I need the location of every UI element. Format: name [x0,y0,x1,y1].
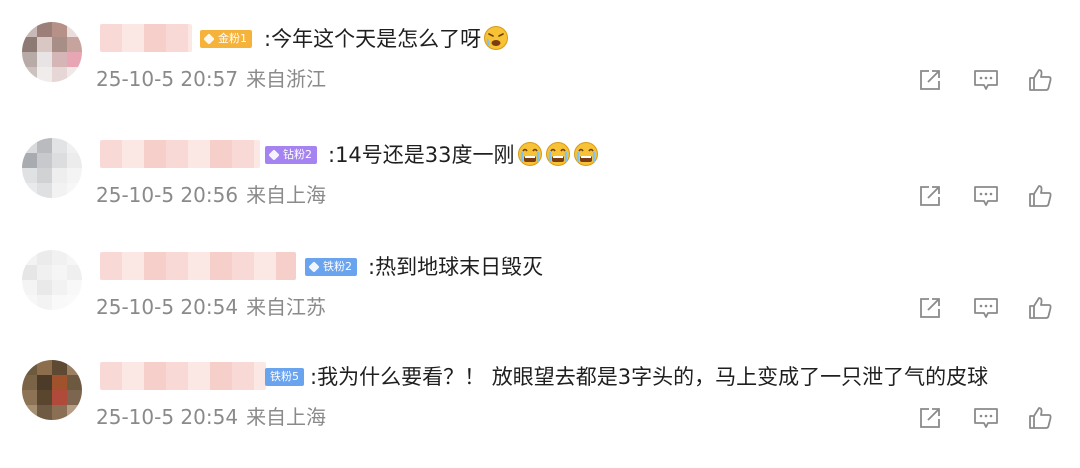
hot-face-emoji [545,142,570,166]
timestamp: 25-10-5 20:54 [96,405,239,429]
gem-icon [203,33,215,45]
like-button[interactable] [1026,404,1054,432]
comment-text: :热到地球末日毁灭 [368,255,544,279]
thumbs-up-icon [1029,185,1052,207]
location: 来自浙江 [246,67,327,91]
timestamp: 25-10-5 20:57 [96,67,239,91]
share-button[interactable] [916,404,944,432]
timestamp: 25-10-5 20:56 [96,183,239,207]
fan-badge[interactable]: 铁粉5 [265,368,304,386]
reply-button[interactable] [972,294,1000,322]
fan-badge[interactable]: 金粉1 [200,30,252,48]
username-blurred[interactable] [100,362,266,390]
comment-actions [912,66,1062,94]
reply-button[interactable] [972,66,1000,94]
thumbs-up-icon [1029,297,1052,319]
like-button[interactable] [1026,66,1054,94]
like-button[interactable] [1026,182,1054,210]
avatar[interactable] [22,360,82,420]
comment-meta: 25-10-5 20:54 来自上海 [96,400,326,434]
comment-meta: 25-10-5 20:56 来自上海 [96,178,326,212]
comment-text: :今年这个天是怎么了呀 [264,22,509,56]
comment-item: 钻粉2 :14号还是33度一刚 25-10-5 20:56 来自上海 [0,138,1080,246]
like-button[interactable] [1026,294,1054,322]
username-blurred[interactable] [100,24,192,52]
avatar[interactable] [22,138,82,198]
comment-meta: 25-10-5 20:54 来自江苏 [96,290,326,324]
comment-item: 铁粉2 :热到地球末日毁灭 25-10-5 20:54 来自江苏 [0,250,1080,358]
location: 来自上海 [246,405,327,429]
location: 来自上海 [246,183,327,207]
share-button[interactable] [916,66,944,94]
share-icon [920,298,940,318]
share-icon [920,186,940,206]
comment-item: 铁粉5 :我为什么要看？！ 放眼望去都是3字头的，马上变成了一只泄了气的皮球 2… [0,360,1080,468]
hot-face-emoji [573,142,598,166]
comment-icon [974,298,998,318]
thumbs-up-icon [1029,69,1052,91]
username-blurred[interactable] [100,252,296,280]
comment-meta: 25-10-5 20:57 来自浙江 [96,62,326,96]
thumbs-up-icon [1029,407,1052,429]
reply-button[interactable] [972,404,1000,432]
comment-icon [974,186,998,206]
diamond-icon [308,261,320,273]
share-button[interactable] [916,182,944,210]
fan-badge[interactable]: 钻粉2 [265,146,317,164]
comment-text: :14号还是33度一刚 [328,138,599,172]
hot-face-emoji [517,142,542,166]
timestamp: 25-10-5 20:54 [96,295,239,319]
comment-actions [912,294,1062,322]
location: 来自江苏 [246,295,327,319]
comment-actions [912,404,1062,432]
comment-icon [974,408,998,428]
share-button[interactable] [916,294,944,322]
username-blurred[interactable] [100,140,260,168]
share-icon [920,408,940,428]
comment-text: :我为什么要看？！ 放眼望去都是3字头的，马上变成了一只泄了气的皮球 [310,365,989,389]
reply-button[interactable] [972,182,1000,210]
avatar[interactable] [22,250,82,310]
comment-actions [912,182,1062,210]
sad-face-emoji [484,26,509,50]
share-icon [920,70,940,90]
comment-item: 金粉1 :今年这个天是怎么了呀 25-10-5 20:57 来自浙江 [0,22,1080,130]
comment-icon [974,70,998,90]
avatar[interactable] [22,22,82,82]
fan-badge[interactable]: 铁粉2 [305,258,357,276]
heart-gem-icon [268,149,280,161]
